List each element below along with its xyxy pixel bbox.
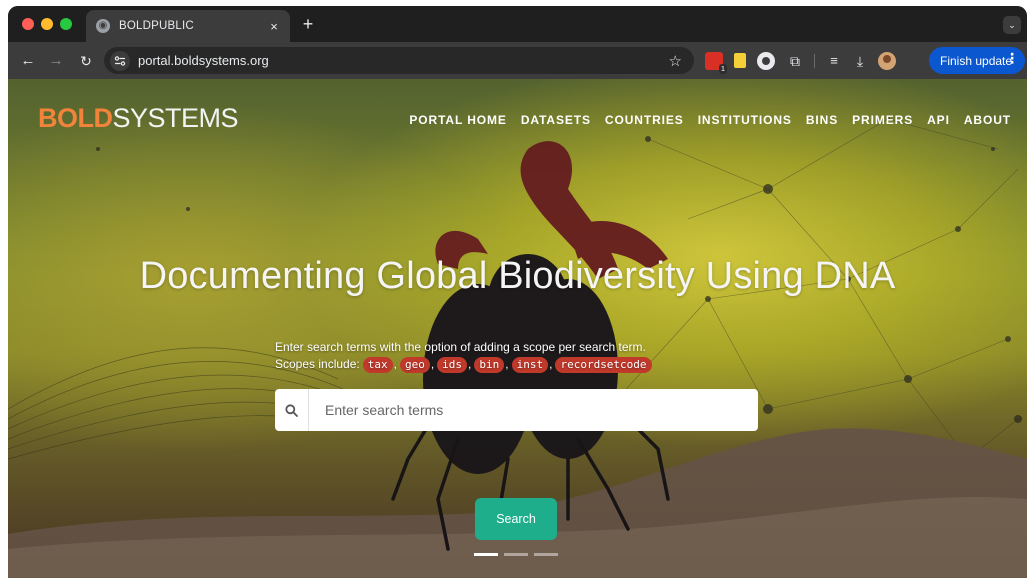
nav-api[interactable]: API	[927, 113, 950, 127]
tab-close-icon[interactable]: ×	[266, 19, 282, 34]
extension-badge: 1	[718, 64, 727, 74]
new-tab-button[interactable]: +	[298, 14, 318, 34]
nav-countries[interactable]: COUNTRIES	[605, 113, 684, 127]
extension-circle-icon[interactable]	[757, 52, 775, 70]
download-icon[interactable]: ⤓	[851, 52, 869, 70]
scope-recordsetcode: recordsetcode	[555, 356, 652, 373]
carousel-dot-1[interactable]	[474, 553, 498, 556]
search-input[interactable]	[309, 390, 758, 430]
scope-separator: ,	[505, 357, 509, 371]
search-instructions: Enter search terms with the option of ad…	[275, 339, 652, 373]
menu-dots-icon[interactable]: ⋮	[1005, 50, 1019, 67]
reload-icon[interactable]: ↻	[76, 51, 96, 71]
nav-primers[interactable]: PRIMERS	[852, 113, 913, 127]
scope-inst: inst	[511, 356, 549, 373]
address-bar[interactable]: portal.boldsystems.org ☆	[104, 47, 694, 74]
maximize-window-button[interactable]	[60, 18, 72, 30]
scope-ids: ids	[437, 356, 468, 373]
scope-separator: ,	[549, 357, 553, 371]
page-headline: Documenting Global Biodiversity Using DN…	[139, 255, 896, 297]
finish-update-button[interactable]: Finish update ⋮	[929, 47, 1025, 74]
tab-boldpublic[interactable]: ◉ BOLDPUBLIC ×	[86, 10, 290, 42]
nav-bins[interactable]: BINS	[806, 113, 838, 127]
search-icon	[275, 389, 309, 431]
page-viewport: BOLDSYSTEMS PORTAL HOME DATASETS COUNTRI…	[8, 79, 1027, 578]
scope-separator: ,	[430, 357, 435, 371]
logo-part-systems: SYSTEMS	[112, 103, 239, 133]
scope-bin: bin	[474, 356, 505, 373]
nav-about[interactable]: ABOUT	[964, 113, 1011, 127]
scopes-row: Scopes include: tax, geo, ids, bin, inst…	[275, 356, 652, 373]
profile-avatar[interactable]	[878, 52, 896, 70]
search-button[interactable]: Search	[475, 498, 557, 540]
back-arrow-icon[interactable]: ←	[18, 51, 38, 71]
toolbar-divider	[814, 54, 815, 68]
extensions-puzzle-icon[interactable]: ⧉	[786, 52, 804, 70]
tab-strip: ◉ BOLDPUBLIC × + ⌄	[8, 6, 1027, 42]
instructions-line: Enter search terms with the option of ad…	[275, 340, 646, 354]
boldsystems-logo[interactable]: BOLDSYSTEMS	[38, 103, 239, 134]
carousel-indicators	[474, 553, 558, 556]
forward-arrow-icon[interactable]: →	[46, 51, 66, 71]
finish-update-label: Finish update	[940, 53, 1013, 68]
browser-toolbar: ← → ↻ portal.boldsystems.org ☆ 1 ⧉ ≡ ⤓ F…	[8, 42, 1027, 79]
carousel-dot-2[interactable]	[504, 553, 528, 556]
scope-separator: ,	[468, 357, 472, 371]
extension-notes-icon[interactable]	[734, 53, 746, 68]
url-text: portal.boldsystems.org	[138, 53, 269, 68]
scope-tax: tax	[362, 356, 393, 373]
globe-icon: ◉	[96, 19, 110, 33]
scope-geo: geo	[399, 356, 430, 373]
reading-list-icon[interactable]: ≡	[825, 52, 843, 70]
main-nav: PORTAL HOME DATASETS COUNTRIES INSTITUTI…	[409, 113, 1011, 127]
extension-red-icon[interactable]: 1	[705, 52, 727, 74]
nav-institutions[interactable]: INSTITUTIONS	[698, 113, 792, 127]
bookmark-star-icon[interactable]: ☆	[669, 52, 682, 70]
scope-separator: ,	[393, 357, 397, 371]
browser-window: ◉ BOLDPUBLIC × + ⌄ ← → ↻ portal.boldsyst…	[8, 6, 1027, 578]
tab-search-chevron-icon[interactable]: ⌄	[1003, 16, 1021, 34]
close-window-button[interactable]	[22, 18, 34, 30]
search-box	[275, 389, 758, 431]
nav-portal-home[interactable]: PORTAL HOME	[409, 113, 506, 127]
site-info-icon[interactable]	[110, 50, 130, 71]
nav-datasets[interactable]: DATASETS	[521, 113, 591, 127]
scopes-label: Scopes include:	[275, 357, 360, 371]
carousel-dot-3[interactable]	[534, 553, 558, 556]
logo-part-bold: BOLD	[38, 103, 113, 133]
tab-title: BOLDPUBLIC	[119, 20, 194, 32]
minimize-window-button[interactable]	[41, 18, 53, 30]
